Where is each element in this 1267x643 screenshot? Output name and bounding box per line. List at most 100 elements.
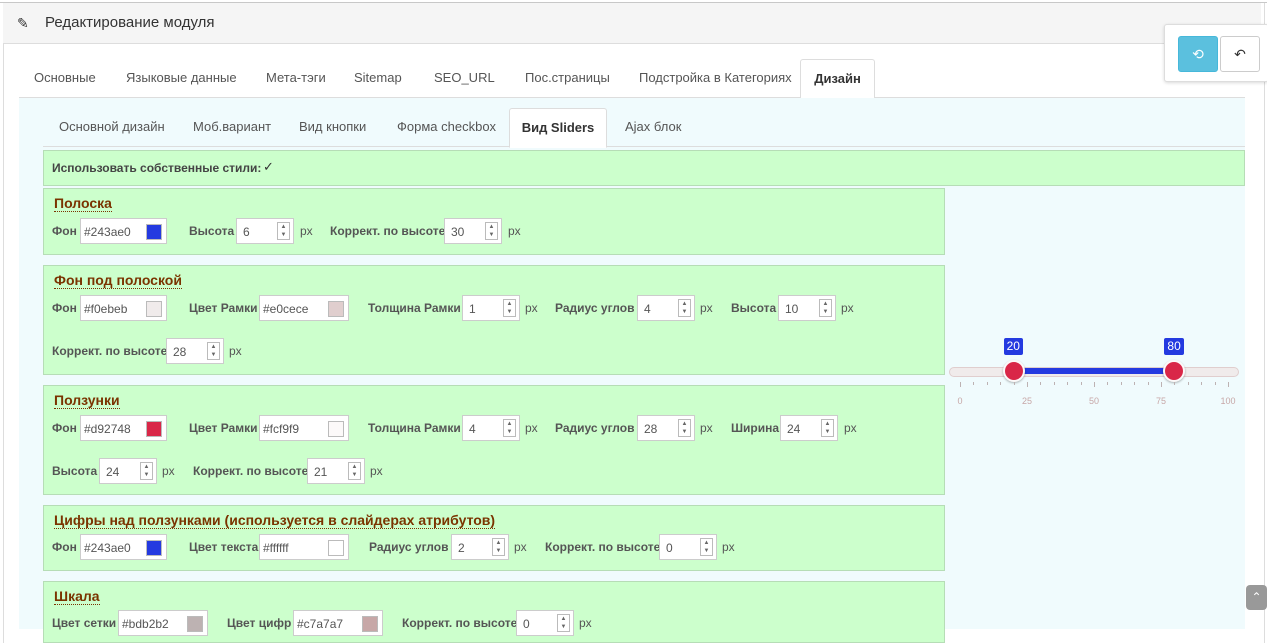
spinner-icon[interactable]: ▲ ▼: [700, 538, 713, 556]
tab-design[interactable]: Дизайн: [800, 59, 875, 99]
handle-border-color-input[interactable]: #fcf9f9: [259, 415, 349, 441]
handle-height-input[interactable]: 24 ▲ ▼: [99, 458, 157, 484]
numbers-text-color-input[interactable]: #ffffff: [259, 534, 349, 560]
scale-tick: [1107, 382, 1109, 385]
slider-preview[interactable]: 20 80 0 25 50 75 100: [949, 338, 1249, 428]
strip-corr-input[interactable]: 30 ▲ ▼: [444, 218, 502, 244]
field-label: Радиус углов: [555, 421, 635, 435]
input-value: 28: [173, 345, 187, 359]
spinner-icon[interactable]: ▲ ▼: [492, 538, 505, 556]
input-value: #243ae0: [84, 541, 131, 555]
own-styles-row: Использовать собственные стили: ✓: [43, 150, 1245, 186]
scroll-top-button[interactable]: ⌃: [1246, 585, 1267, 610]
scale-tick: [1120, 382, 1122, 385]
tab-mobile[interactable]: Моб.вариант: [193, 108, 271, 146]
handle-width-input[interactable]: 24 ▲ ▼: [780, 415, 838, 441]
slider-handle-from[interactable]: [1002, 360, 1025, 382]
tab-button-view[interactable]: Вид кнопки: [299, 108, 366, 146]
slider-from-label: 20: [1003, 338, 1023, 355]
spinner-icon[interactable]: ▲ ▼: [140, 462, 153, 480]
spinner-icon[interactable]: ▲ ▼: [557, 614, 570, 632]
tab-meta[interactable]: Мета-тэги: [266, 59, 326, 97]
spinner-icon[interactable]: ▲ ▼: [503, 419, 516, 437]
spinner-icon[interactable]: ▲ ▼: [503, 299, 516, 317]
strip-bg-height-input[interactable]: 10 ▲ ▼: [778, 295, 836, 321]
tab-lang[interactable]: Языковые данные: [126, 59, 237, 97]
unit-label: px: [525, 421, 538, 435]
tab-main[interactable]: Основные: [34, 59, 96, 97]
spinner-icon[interactable]: ▲ ▼: [678, 299, 691, 317]
field-label: Цвет Рамки: [189, 301, 258, 315]
strip-bg-input[interactable]: #243ae0: [80, 218, 167, 244]
strip-border-width-input[interactable]: 1 ▲ ▼: [462, 295, 520, 321]
spinner-icon[interactable]: ▲ ▼: [821, 419, 834, 437]
spinner-icon[interactable]: ▲ ▼: [485, 222, 498, 240]
spinner-icon[interactable]: ▲ ▼: [207, 342, 220, 360]
color-swatch[interactable]: [146, 540, 162, 556]
input-value: 21: [314, 465, 328, 479]
spinner-icon[interactable]: ▲ ▼: [819, 299, 832, 317]
input-value: 10: [785, 302, 799, 316]
scale-tick: [1053, 382, 1055, 385]
section-title: Фон под полоской: [54, 272, 182, 289]
tab-base-design[interactable]: Основной дизайн: [59, 108, 165, 146]
field-label: Высота: [731, 301, 777, 315]
color-swatch[interactable]: [146, 301, 162, 317]
input-value: #ffffff: [263, 541, 289, 555]
numbers-radius-input[interactable]: 2 ▲ ▼: [451, 534, 509, 560]
handle-bg-input[interactable]: #d92748: [80, 415, 167, 441]
input-value: #f0ebeb: [84, 302, 128, 316]
scale-tick-label: 100: [1220, 396, 1236, 406]
tab-sitemap[interactable]: Sitemap: [354, 59, 402, 97]
tab-sliders[interactable]: Вид Sliders: [509, 108, 607, 148]
strip-border-color-input[interactable]: #e0cece: [259, 295, 349, 321]
own-styles-checkbox[interactable]: ✓: [263, 159, 274, 175]
strip-bg-corr-input[interactable]: 28 ▲ ▼: [166, 338, 224, 364]
scale-tick: [1027, 382, 1028, 387]
spinner-icon[interactable]: ▲ ▼: [678, 419, 691, 437]
field-label: Коррект. по высоте: [52, 344, 168, 358]
section-title: Ползунки: [54, 392, 120, 409]
tab-pages[interactable]: Пос.страницы: [525, 59, 610, 97]
tab-categories[interactable]: Подстройка в Категориях: [639, 59, 792, 97]
input-value: 4: [469, 422, 476, 436]
numbers-corr-input[interactable]: 0 ▲ ▼: [659, 534, 717, 560]
color-swatch[interactable]: [328, 540, 344, 556]
scale-grid-color-input[interactable]: #bdb2b2: [118, 610, 208, 636]
numbers-bg-input[interactable]: #243ae0: [80, 534, 167, 560]
slider-range: [1013, 368, 1175, 374]
color-swatch[interactable]: [146, 421, 162, 437]
unit-label: px: [370, 464, 383, 478]
tab-checkbox[interactable]: Форма checkbox: [397, 108, 496, 146]
color-swatch[interactable]: [187, 616, 203, 632]
strip-radius-input[interactable]: 4 ▲ ▼: [637, 295, 695, 321]
tab-seo-url[interactable]: SEO_URL: [434, 59, 495, 97]
handle-border-width-input[interactable]: 4 ▲ ▼: [462, 415, 520, 441]
scale-tick: [1000, 382, 1002, 385]
color-swatch[interactable]: [146, 224, 162, 240]
slider-handle-to[interactable]: [1163, 360, 1186, 382]
strip-bg-color-input[interactable]: #f0ebeb: [80, 295, 167, 321]
handle-corr-input[interactable]: 21 ▲ ▼: [307, 458, 365, 484]
field-label: Толщина Рамки: [368, 301, 461, 315]
design-tabs: Основной дизайн Моб.вариант Вид кнопки Ф…: [43, 108, 1245, 148]
field-label: Фон: [52, 421, 77, 435]
spinner-icon[interactable]: ▲ ▼: [348, 462, 361, 480]
section-title: Шкала: [54, 588, 100, 605]
chevron-up-icon: ⌃: [1251, 590, 1262, 604]
color-swatch[interactable]: [328, 421, 344, 437]
page-title: Редактирование модуля: [45, 14, 215, 31]
handle-radius-input[interactable]: 28 ▲ ▼: [637, 415, 695, 441]
scale-tick: [973, 382, 975, 385]
strip-height-input[interactable]: 6 ▲ ▼: [236, 218, 294, 244]
unit-label: px: [508, 224, 521, 238]
color-swatch[interactable]: [362, 616, 378, 632]
tab-ajax[interactable]: Ajax блок: [625, 108, 681, 146]
field-label: Цвет сетки: [52, 616, 117, 630]
spinner-icon[interactable]: ▲ ▼: [277, 222, 290, 240]
scale-tick: [1080, 382, 1082, 385]
scale-corr-input[interactable]: 0 ▲ ▼: [516, 610, 574, 636]
field-label: Радиус углов: [555, 301, 635, 315]
scale-digits-color-input[interactable]: #c7a7a7: [293, 610, 383, 636]
color-swatch[interactable]: [328, 301, 344, 317]
